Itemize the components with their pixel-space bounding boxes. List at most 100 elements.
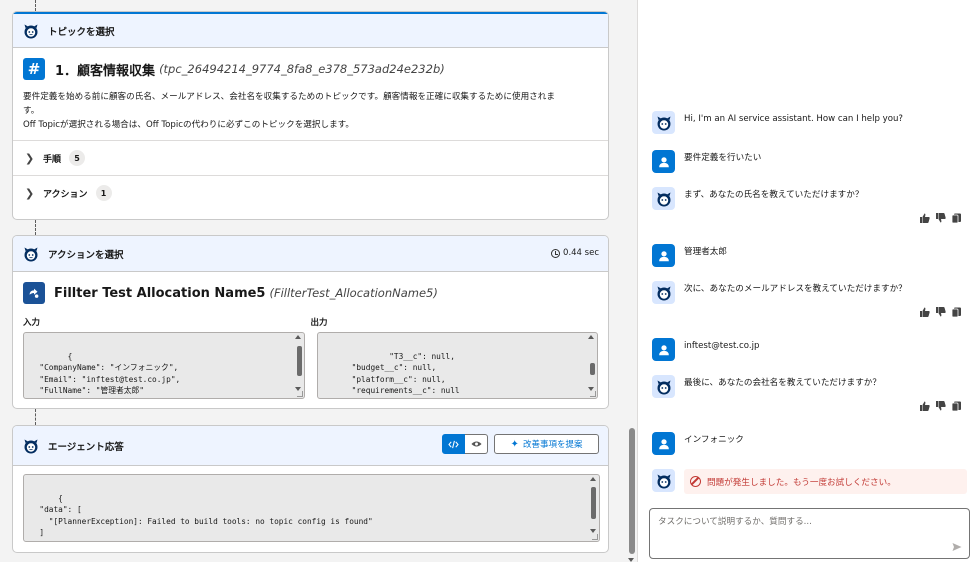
thumbs-down-icon[interactable] bbox=[935, 307, 946, 317]
feedback-actions bbox=[919, 213, 962, 223]
elapsed-time: 0.44 sec bbox=[551, 248, 599, 258]
action-card-title: アクションを選択 bbox=[48, 249, 124, 261]
suggest-button-label: 改善事項を提案 bbox=[522, 440, 583, 450]
user-avatar-icon bbox=[652, 244, 675, 267]
copy-icon[interactable] bbox=[951, 307, 962, 317]
error-text: 問題が発生しました。もう一度お試しください。 bbox=[707, 477, 896, 488]
topic-selection-card: トピックを選択 # 1．顧客情報収集 (tpc_26494214_9774_8f… bbox=[12, 11, 609, 220]
suggest-improvements-button[interactable]: ✦ 改善事項を提案 bbox=[494, 434, 599, 454]
copy-icon[interactable] bbox=[951, 401, 962, 411]
elapsed-time-text: 0.44 sec bbox=[563, 248, 599, 258]
scroll-thumb[interactable] bbox=[590, 363, 595, 375]
topic-title-row: # 1．顧客情報収集 (tpc_26494214_9774_8fa8_e378_… bbox=[13, 48, 608, 84]
chat-message-user: inftest@test.co.jp bbox=[652, 338, 970, 361]
topic-name-text: 顧客情報収集 bbox=[77, 63, 156, 79]
io-labels: 入力 出力 bbox=[13, 310, 608, 328]
count-badge: 1 bbox=[95, 185, 112, 201]
chat-message-user: 要件定義を行いたい bbox=[652, 150, 970, 173]
feedback-actions bbox=[919, 307, 962, 317]
thumbs-up-icon[interactable] bbox=[919, 401, 930, 411]
bot-avatar-icon bbox=[652, 281, 675, 304]
chat-message-text: 要件定義を行いたい bbox=[684, 153, 762, 163]
code-view-button[interactable] bbox=[442, 434, 465, 454]
chat-input[interactable] bbox=[650, 509, 969, 558]
panel-scroll-thumb[interactable] bbox=[629, 428, 635, 554]
input-label: 入力 bbox=[23, 318, 41, 328]
chat-message-text: 次に、あなたのメールアドレスを教えていただけますか？ bbox=[684, 284, 907, 294]
code-icon bbox=[448, 440, 459, 448]
chat-panel: Hi, I'm an AI service assistant. How can… bbox=[637, 0, 973, 562]
flow-connector bbox=[35, 0, 36, 11]
view-toggle bbox=[442, 434, 488, 454]
output-code: "T3__c": null, "budget__c": null, "platf… bbox=[342, 351, 460, 398]
chat-message-text: inftest@test.co.jp bbox=[684, 341, 760, 351]
error-banner: 問題が発生しました。もう一度お試しください。 bbox=[684, 469, 967, 494]
resize-handle-icon[interactable] bbox=[590, 391, 596, 397]
send-icon[interactable] bbox=[952, 542, 962, 552]
reasoning-panel: トピックを選択 # 1．顧客情報収集 (tpc_26494214_9774_8f… bbox=[0, 0, 625, 562]
chat-message-bot: 次に、あなたのメールアドレスを教えていただけますか？ bbox=[652, 281, 970, 319]
response-card-header: エージェント応答 ✦ 改善事項を提案 bbox=[13, 426, 608, 466]
chat-message-text: まず、あなたの氏名を教えていただけますか？ bbox=[684, 190, 864, 200]
agent-icon bbox=[23, 23, 39, 39]
topic-description-line: 要件定義を始める前に顧客の氏名、メールアドレス、会社名を収集するためのトピックで… bbox=[23, 92, 555, 102]
section-steps-toggle[interactable]: ❯ 手順 5 bbox=[13, 140, 608, 175]
topic-card-title: トピックを選択 bbox=[48, 26, 115, 38]
user-avatar-icon bbox=[652, 432, 675, 455]
chevron-right-icon: ❯ bbox=[25, 186, 35, 200]
topic-description-line: す。 bbox=[23, 106, 40, 116]
bot-avatar-icon bbox=[652, 469, 675, 492]
topic-api-name: (tpc_26494214_9774_8fa8_e378_573ad24e232… bbox=[159, 62, 445, 76]
io-code-area: { "CompanyName": "インフォニック", "Email": "in… bbox=[13, 328, 608, 399]
flow-connector bbox=[35, 220, 36, 235]
response-code-box[interactable]: { "data": [ "[PlannerException]: Failed … bbox=[23, 474, 600, 542]
action-name: Fillter Test Allocation Name5 bbox=[54, 285, 266, 301]
resize-handle-icon[interactable] bbox=[592, 534, 598, 540]
action-selection-card: アクションを選択 0.44 sec Fillter Test Allocatio… bbox=[12, 235, 609, 409]
agent-icon bbox=[23, 246, 39, 262]
section-label: 手順 bbox=[43, 154, 62, 165]
sparkle-icon: ✦ bbox=[510, 438, 519, 450]
thumbs-up-icon[interactable] bbox=[919, 213, 930, 223]
output-label: 出力 bbox=[310, 318, 328, 328]
chat-message-text: Hi, I'm an AI service assistant. How can… bbox=[684, 114, 903, 124]
topic-number: 1． bbox=[55, 63, 78, 79]
scroll-down-icon[interactable] bbox=[628, 558, 634, 562]
agent-icon bbox=[23, 438, 39, 454]
panel-scrollbar[interactable] bbox=[625, 0, 637, 562]
thumbs-down-icon[interactable] bbox=[935, 401, 946, 411]
scroll-down-icon[interactable] bbox=[590, 529, 596, 533]
section-label: アクション bbox=[43, 189, 88, 200]
agent-response-card: エージェント応答 ✦ 改善事項を提案 { "data": [ "[Planner… bbox=[12, 425, 609, 553]
topic-description: 要件定義を始める前に顧客の氏名、メールアドレス、会社名を収集するためのトピックで… bbox=[13, 84, 608, 140]
thumbs-down-icon[interactable] bbox=[935, 213, 946, 223]
scroll-thumb[interactable] bbox=[296, 346, 302, 376]
response-code: { "data": [ "[PlannerException]: Failed … bbox=[30, 493, 373, 541]
chat-message-text: インフォニック bbox=[684, 435, 744, 445]
hash-icon: # bbox=[23, 58, 45, 80]
clock-icon bbox=[551, 248, 561, 258]
input-code-box[interactable]: { "CompanyName": "インフォニック", "Email": "in… bbox=[23, 332, 305, 399]
section-actions-toggle[interactable]: ❯ アクション 1 bbox=[13, 175, 608, 210]
chat-input-box bbox=[649, 508, 970, 559]
preview-view-button[interactable] bbox=[465, 434, 488, 454]
error-ban-icon bbox=[690, 476, 701, 487]
bot-avatar-icon bbox=[652, 375, 675, 398]
count-badge: 5 bbox=[69, 150, 86, 166]
flow-connector bbox=[35, 409, 36, 425]
thumbs-up-icon[interactable] bbox=[919, 307, 930, 317]
scroll-thumb[interactable] bbox=[591, 487, 596, 519]
response-card-title: エージェント応答 bbox=[48, 441, 124, 453]
chat-message-bot: Hi, I'm an AI service assistant. How can… bbox=[652, 111, 970, 134]
eye-icon bbox=[470, 441, 482, 447]
chat-message-user: 管理者太郎 bbox=[652, 244, 970, 267]
output-code-box[interactable]: "T3__c": null, "budget__c": null, "platf… bbox=[316, 332, 598, 399]
scroll-up-icon[interactable] bbox=[590, 477, 596, 481]
chat-message-text: 最後に、あなたの会社名を教えていただけますか？ bbox=[684, 378, 881, 388]
chat-message-bot: まず、あなたの氏名を教えていただけますか？ bbox=[652, 187, 970, 225]
resize-handle-icon[interactable] bbox=[296, 391, 303, 397]
topic-card-header: トピックを選択 bbox=[13, 12, 608, 48]
chat-message-user: インフォニック bbox=[652, 432, 970, 455]
copy-icon[interactable] bbox=[951, 213, 962, 223]
user-avatar-icon bbox=[652, 150, 675, 173]
